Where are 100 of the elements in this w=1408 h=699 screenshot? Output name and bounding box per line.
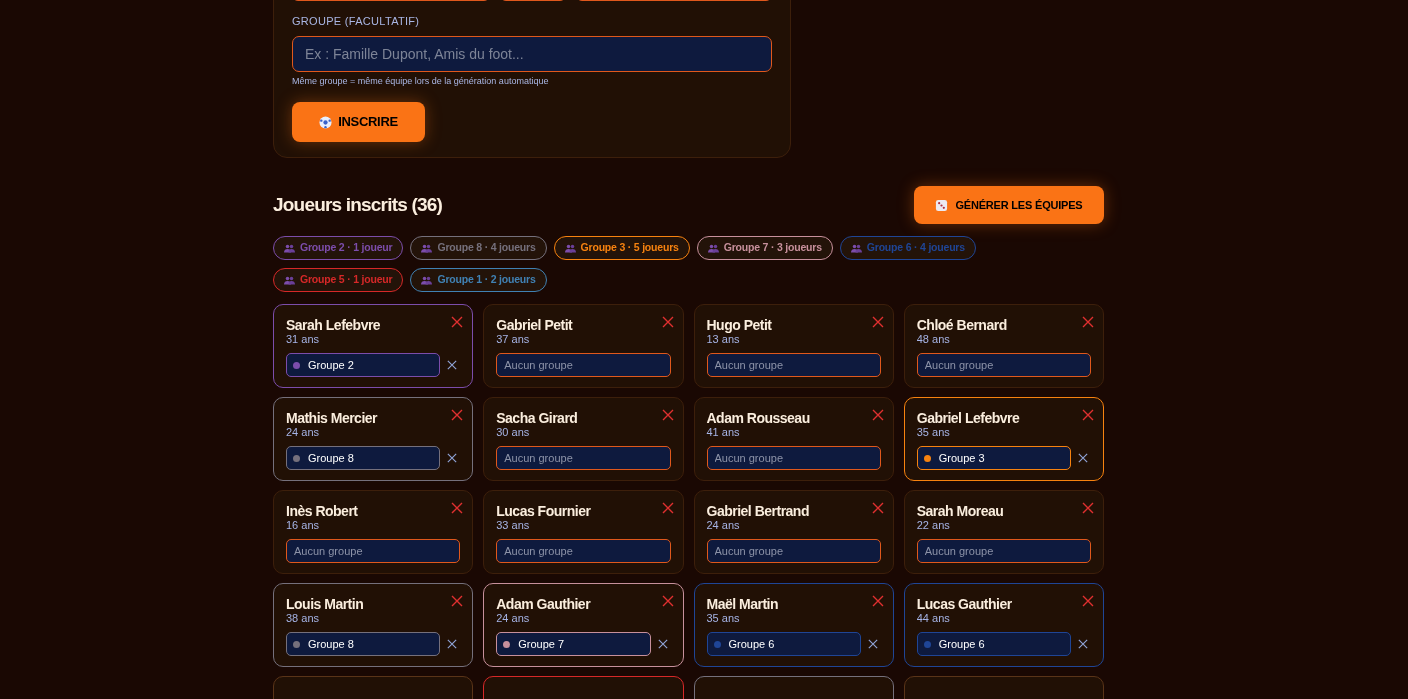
remove-button[interactable] [660, 408, 675, 422]
player-age: 48 ans [916, 333, 951, 346]
player-name: Mathis Mercier [286, 410, 378, 426]
remove-button[interactable] [450, 315, 465, 329]
close-icon [1082, 502, 1094, 514]
player-age: 41 ans [706, 426, 741, 439]
group-select[interactable]: Groupe 6 [706, 632, 861, 656]
remove-button[interactable] [1081, 501, 1095, 515]
group-input[interactable]: Aucun groupe [706, 539, 881, 563]
player-name: Inès Robert [286, 503, 358, 519]
remove-button[interactable] [660, 594, 675, 608]
player-age: 37 ans [496, 333, 531, 346]
close-icon [661, 595, 674, 607]
remove-button[interactable] [870, 315, 885, 329]
close-icon [1082, 409, 1094, 421]
group-name: Groupe 2 [308, 357, 354, 373]
group-chip[interactable]: Groupe 3 · 5 joueurs [553, 236, 690, 260]
submit-button[interactable]: INSCRIRE [292, 102, 425, 142]
close-icon [1082, 316, 1094, 328]
hint-text: Même groupe = même équipe lors de la génération automatique [292, 74, 550, 88]
remove-button[interactable] [870, 408, 885, 422]
close-icon [661, 409, 674, 421]
group-name: Groupe 7 [518, 636, 565, 652]
group-name: Groupe 6 [728, 636, 775, 652]
people-icon [564, 243, 576, 253]
group-input[interactable]: Aucun groupe [496, 446, 671, 470]
player-age: 33 ans [496, 519, 531, 532]
player-name: Hugo Petit [706, 317, 772, 333]
close-icon [451, 502, 464, 514]
clear-icon [447, 453, 458, 463]
player-age: 44 ans [916, 612, 951, 625]
generate-button[interactable]: GÉNÉRER LES ÉQUIPES [914, 186, 1104, 224]
group-select[interactable]: Groupe 7 [496, 632, 651, 656]
player-age: 35 ans [916, 426, 951, 439]
close-icon [451, 316, 464, 328]
player-age: 16 ans [286, 519, 321, 532]
close-icon [871, 502, 884, 514]
player-name: Gabriel Bertrand [706, 503, 809, 519]
remove-button[interactable] [870, 594, 885, 608]
close-icon [1082, 595, 1094, 607]
group-input[interactable]: Aucun groupe [286, 539, 461, 563]
group-select[interactable]: Groupe 8 [286, 632, 441, 656]
group-input[interactable]: Aucun groupe [706, 353, 881, 377]
people-icon [707, 243, 719, 253]
group-chip[interactable]: Groupe 5 · 1 joueur [273, 268, 404, 292]
player-name: Louis Martin [286, 596, 364, 612]
group-chip[interactable]: Groupe 1 · 2 joueurs [410, 268, 547, 292]
player-age: 24 ans [286, 426, 321, 439]
group-name: Groupe 3 [938, 450, 985, 466]
player-age: 24 ans [706, 519, 741, 532]
remove-button[interactable] [450, 594, 465, 608]
people-icon [850, 243, 862, 253]
player-age: 35 ans [706, 612, 741, 625]
field-label: GROUPE (FACULTATIF) [292, 14, 421, 29]
close-icon [451, 409, 464, 421]
people-icon [421, 275, 433, 285]
group-name: Groupe 8 [308, 636, 354, 652]
group-input[interactable]: Aucun groupe [916, 353, 1091, 377]
player-name: Adam Gauthier [496, 596, 591, 612]
player-name: Lucas Gauthier [916, 596, 1012, 612]
player-name: Chloé Bernard [916, 317, 1007, 333]
dice-icon [935, 198, 949, 212]
group-chip[interactable]: Groupe 7 · 3 joueurs [696, 236, 833, 260]
group-select[interactable]: Groupe 6 [916, 632, 1071, 656]
remove-button[interactable] [1081, 594, 1095, 608]
group-input[interactable]: Aucun groupe [496, 353, 671, 377]
group-select[interactable]: Groupe 3 [916, 446, 1071, 470]
group-select[interactable]: Groupe 8 [286, 446, 441, 470]
close-icon [451, 595, 464, 607]
close-icon [871, 409, 884, 421]
remove-button[interactable] [450, 408, 465, 422]
group-name: Groupe 8 [308, 450, 354, 466]
player-age: 30 ans [496, 426, 531, 439]
group-input[interactable]: Aucun groupe [496, 539, 671, 563]
remove-button[interactable] [1081, 408, 1095, 422]
remove-button[interactable] [870, 501, 885, 515]
group-input[interactable]: Aucun groupe [916, 539, 1091, 563]
people-icon [284, 275, 295, 285]
group-chip[interactable]: Groupe 8 · 4 joueurs [410, 236, 547, 260]
clear-icon [1078, 639, 1088, 649]
group-select[interactable]: Groupe 2 [286, 353, 441, 377]
player-name: Sarah Moreau [916, 503, 1004, 519]
player-age: 13 ans [706, 333, 741, 346]
clear-icon [447, 639, 458, 649]
group-input[interactable]: Aucun groupe [706, 446, 881, 470]
remove-button[interactable] [660, 315, 675, 329]
clear-icon [657, 639, 668, 649]
remove-button[interactable] [450, 501, 465, 515]
close-icon [661, 502, 674, 514]
people-icon [284, 243, 295, 253]
group-input[interactable]: Ex : Famille Dupont, Amis du foot... [292, 35, 772, 72]
player-name: Adam Rousseau [706, 410, 810, 426]
player-name: Gabriel Petit [496, 317, 573, 333]
close-icon [871, 316, 884, 328]
player-name: Sarah Lefebvre [286, 317, 381, 333]
remove-button[interactable] [660, 501, 675, 515]
player-age: 22 ans [916, 519, 951, 532]
player-name: Lucas Fournier [496, 503, 591, 519]
group-name: Groupe 6 [938, 636, 985, 652]
remove-button[interactable] [1081, 315, 1095, 329]
